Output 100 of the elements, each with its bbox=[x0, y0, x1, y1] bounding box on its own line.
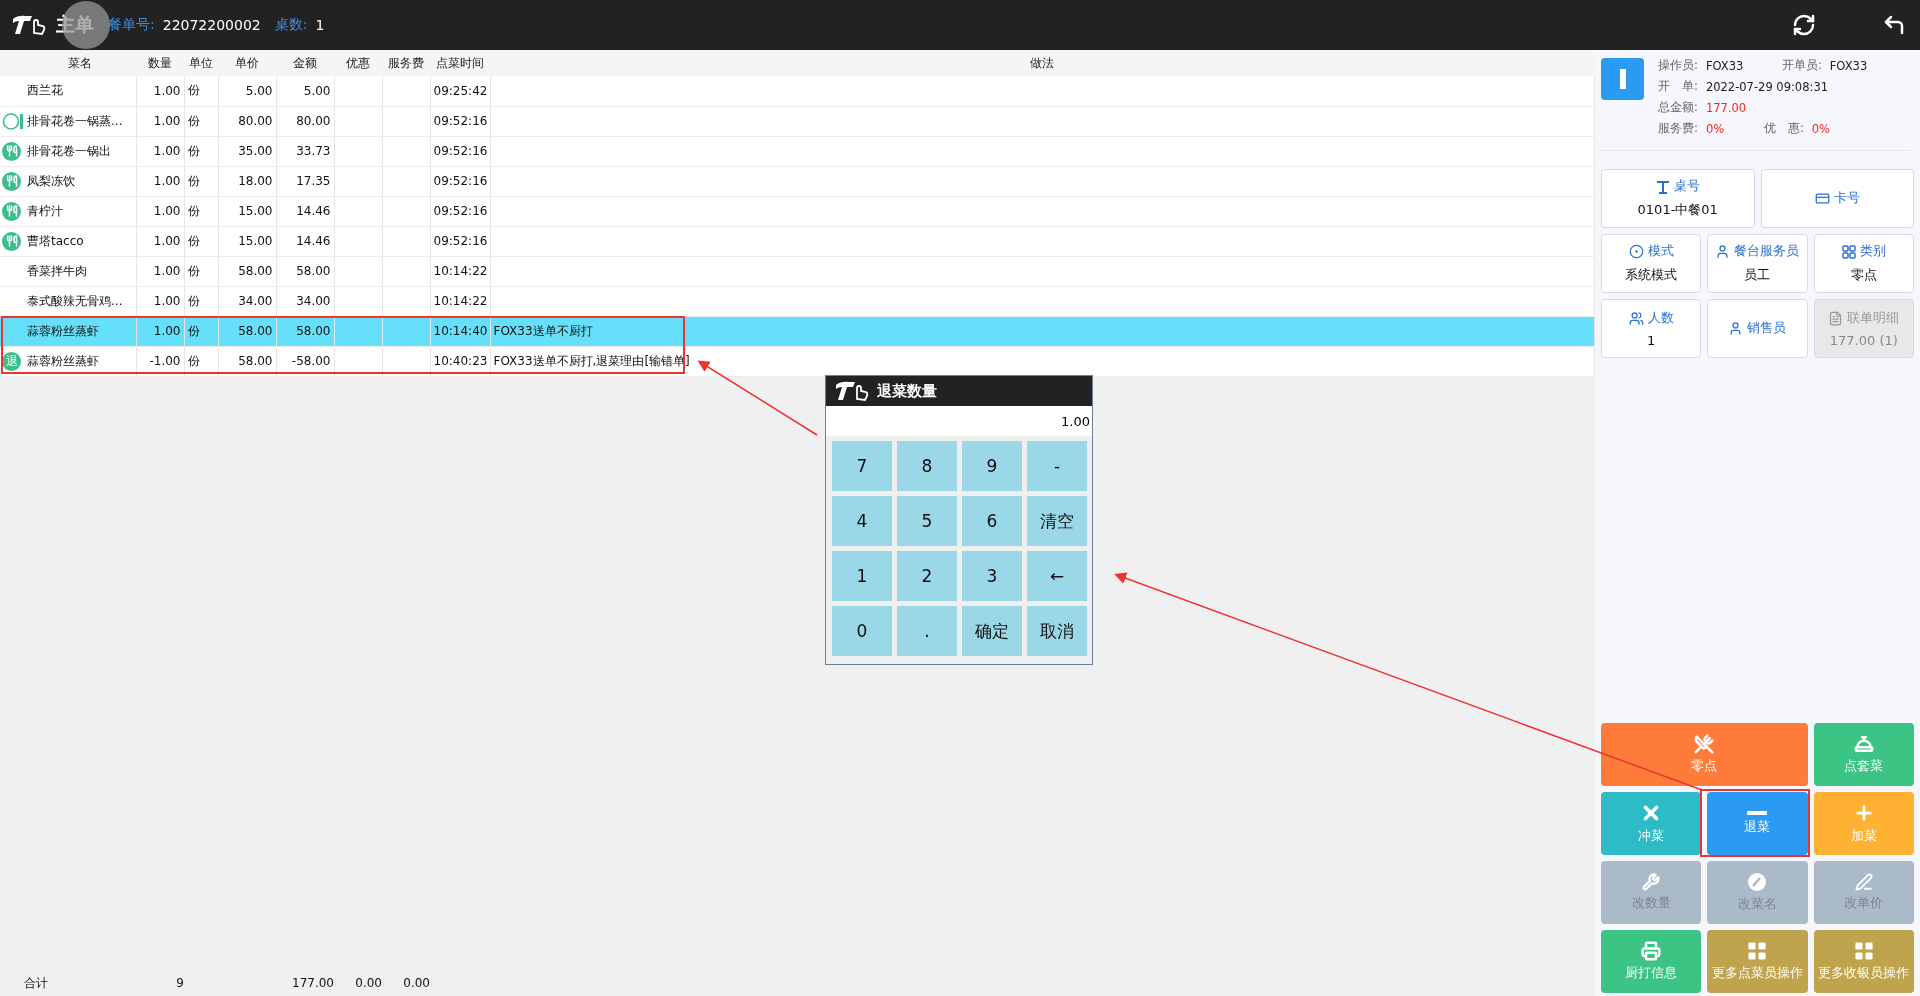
tile-label: 模式 bbox=[1647, 243, 1674, 260]
keypad-key[interactable]: 7 bbox=[832, 441, 892, 491]
info-tile[interactable]: 餐台服务员 员工 bbox=[1707, 234, 1808, 293]
tile-value: 177.00 (1) bbox=[1829, 332, 1898, 348]
tile-value: 系统模式 bbox=[1625, 266, 1678, 284]
amount-cell: 34.00 bbox=[276, 286, 334, 316]
quantity-cell: 1.00 bbox=[136, 256, 184, 286]
keypad-key[interactable]: . bbox=[897, 606, 957, 656]
tile-label: 桌号 bbox=[1673, 178, 1700, 195]
total-amount: 177.00 bbox=[291, 976, 334, 990]
amount-cell: 5.00 bbox=[276, 76, 334, 106]
pencil-icon bbox=[1747, 872, 1768, 892]
tile-label: 类别 bbox=[1859, 243, 1886, 260]
keypad-key[interactable]: 3 bbox=[962, 551, 1022, 601]
keypad-key[interactable]: 8 bbox=[897, 441, 957, 491]
tile-value: 1 bbox=[1647, 332, 1656, 348]
amount-cell: 58.00 bbox=[276, 256, 334, 286]
amount-cell: 33.73 bbox=[276, 136, 334, 166]
keypad-key[interactable]: 0 bbox=[832, 606, 892, 656]
unit-cell: 份 bbox=[184, 136, 218, 166]
order-row[interactable]: 凤梨冻饮 1.00 份 18.00 17.35 09:52:16 bbox=[0, 166, 1595, 196]
dish-name-cell: 西兰花 bbox=[24, 76, 136, 106]
price-cell: 58.00 bbox=[218, 346, 276, 376]
keypad-key[interactable]: 6 bbox=[962, 496, 1022, 546]
service-fee-label: 服务费: bbox=[1658, 121, 1698, 136]
operator-label: 操作员: bbox=[1658, 58, 1698, 73]
time-cell: 09:52:16 bbox=[430, 106, 490, 136]
tile-value: 零点 bbox=[1850, 266, 1877, 284]
info-tile[interactable]: 卡号 bbox=[1760, 169, 1914, 228]
keypad-key[interactable]: ← bbox=[1027, 551, 1087, 601]
info-tile[interactable]: 销售员 bbox=[1707, 299, 1808, 358]
amount-cell: 17.35 bbox=[276, 166, 334, 196]
unit-cell: 份 bbox=[184, 226, 218, 256]
ring-icon bbox=[2, 111, 23, 131]
dish-name-cell: 排骨花卷一锅蒸... bbox=[24, 106, 136, 136]
dish-name-cell: 曹塔tacco bbox=[24, 226, 136, 256]
info-tile[interactable]: 类别 零点 bbox=[1813, 234, 1914, 293]
price-cell: 5.00 bbox=[218, 76, 276, 106]
operator-icon bbox=[1601, 58, 1644, 100]
column-header: 优惠 bbox=[334, 50, 382, 76]
unit-cell: 份 bbox=[184, 346, 218, 376]
people-icon bbox=[1628, 310, 1644, 326]
order-row[interactable]: 蒜蓉粉丝蒸虾 1.00 份 58.00 58.00 10:14:40 FOX33送单不厨打 bbox=[0, 316, 1595, 346]
dish-name-cell: 蒜蓉粉丝蒸虾 bbox=[24, 346, 136, 376]
order-row[interactable]: 排骨花卷一锅蒸... 1.00 份 80.00 80.00 09:52:16 bbox=[0, 106, 1595, 136]
order-row[interactable]: 青柠汁 1.00 份 15.00 14.46 09:52:16 bbox=[0, 196, 1595, 226]
amount-cell: 80.00 bbox=[276, 106, 334, 136]
time-cell: 09:25:42 bbox=[430, 76, 490, 106]
logo-icon bbox=[833, 379, 871, 403]
keypad-key[interactable]: 5 bbox=[897, 496, 957, 546]
quantity-cell: 1.00 bbox=[136, 166, 184, 196]
opener-label: 开单员: bbox=[1781, 58, 1822, 73]
dish-name-cell: 泰式酸辣无骨鸡... bbox=[24, 286, 136, 316]
grid-icon bbox=[1747, 941, 1768, 961]
time-cell: 10:14:22 bbox=[430, 256, 490, 286]
keypad-key[interactable]: 1 bbox=[832, 551, 892, 601]
amount-cell: 58.00 bbox=[276, 316, 334, 346]
logo-icon bbox=[10, 13, 48, 37]
price-cell: 58.00 bbox=[218, 256, 276, 286]
order-row[interactable]: 排骨花卷一锅出 1.00 份 35.00 33.73 09:52:16 bbox=[0, 136, 1595, 166]
cloche-icon bbox=[1853, 734, 1874, 754]
tile-value: 员工 bbox=[1744, 266, 1771, 284]
amount-cell: 14.46 bbox=[276, 196, 334, 226]
order-row[interactable]: 西兰花 1.00 份 5.00 5.00 09:25:42 bbox=[0, 76, 1595, 106]
price-cell: 18.00 bbox=[218, 166, 276, 196]
quantity-cell: 1.00 bbox=[136, 76, 184, 106]
utensils-icon bbox=[2, 171, 21, 191]
order-row[interactable]: 香菜拌牛肉 1.00 份 58.00 58.00 10:14:22 bbox=[0, 256, 1595, 286]
column-header: 数量 bbox=[136, 50, 184, 76]
tile-label: 联单明细 bbox=[1847, 309, 1900, 327]
total-label: 合计 bbox=[24, 974, 49, 992]
keypad-key[interactable]: 4 bbox=[832, 496, 892, 546]
quantity-cell: 1.00 bbox=[136, 196, 184, 226]
minus-icon bbox=[1747, 811, 1768, 815]
open-time: 2022-07-29 09:08:31 bbox=[1705, 79, 1828, 94]
order-row[interactable]: 泰式酸辣无骨鸡... 1.00 份 34.00 34.00 10:14:22 bbox=[0, 286, 1595, 316]
info-tile[interactable]: 人数 1 bbox=[1601, 299, 1702, 358]
person-icon bbox=[1715, 244, 1731, 259]
info-tile[interactable]: 模式 系统模式 bbox=[1601, 234, 1702, 293]
unit-cell: 份 bbox=[184, 106, 218, 136]
amount-cell: -58.00 bbox=[276, 346, 334, 376]
dish-name-cell: 凤梨冻饮 bbox=[24, 166, 136, 196]
order-row[interactable]: 曹塔tacco 1.00 份 15.00 14.46 09:52:16 bbox=[0, 226, 1595, 256]
dish-name-cell: 蒜蓉粉丝蒸虾 bbox=[24, 316, 136, 346]
keypad-key[interactable]: 9 bbox=[962, 441, 1022, 491]
keypad-key[interactable]: - bbox=[1027, 441, 1087, 491]
keypad-key[interactable]: 取消 bbox=[1027, 606, 1087, 656]
column-header: 做法 bbox=[490, 50, 1595, 76]
keypad-key[interactable]: 清空 bbox=[1027, 496, 1087, 546]
info-tile[interactable]: 桌号 0101-中餐01 bbox=[1601, 169, 1755, 228]
utensils-icon bbox=[2, 231, 21, 251]
total-discount: 0.00 bbox=[354, 976, 382, 990]
tile-label: 销售员 bbox=[1747, 320, 1787, 337]
quantity-input[interactable]: 1.00 bbox=[826, 406, 1092, 436]
amount-cell: 14.46 bbox=[276, 226, 334, 256]
keypad-key[interactable]: 确定 bbox=[962, 606, 1022, 656]
keypad-key[interactable]: 2 bbox=[897, 551, 957, 601]
order-row[interactable]: 退 蒜蓉粉丝蒸虾 -1.00 份 58.00 -58.00 10:40:23 FOX33送单不厨打,退菜理由[输错单] bbox=[0, 346, 1595, 376]
time-cell: 10:14:22 bbox=[430, 286, 490, 316]
quantity-cell: 1.00 bbox=[136, 286, 184, 316]
